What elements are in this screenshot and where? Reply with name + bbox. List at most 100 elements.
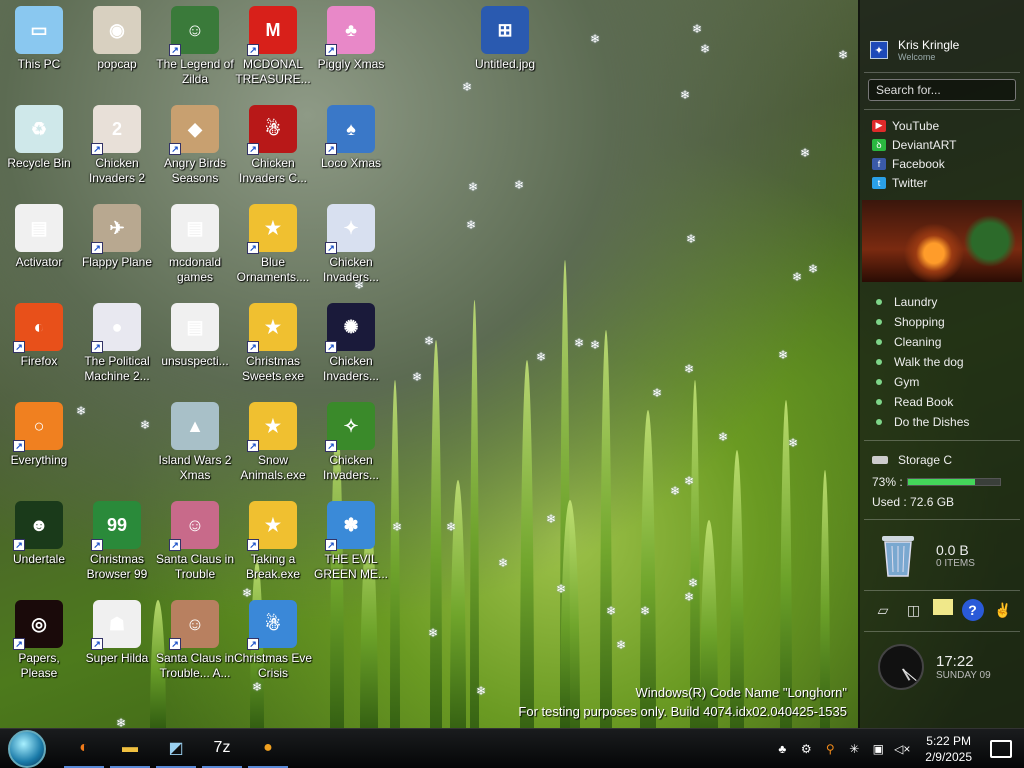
app-icon: ▤ bbox=[171, 204, 219, 252]
desktop-icon[interactable]: ◎ ↗ Papers, Please bbox=[0, 600, 78, 696]
desktop-icon-label: Flappy Plane bbox=[81, 255, 153, 269]
desktop-icon[interactable]: ♻ Recycle Bin bbox=[0, 105, 78, 201]
todo-item[interactable]: Do the Dishes bbox=[876, 412, 1024, 432]
app-icon: ♻ bbox=[15, 105, 63, 153]
desktop-icon[interactable]: ☃ ↗ Christmas Eve Crisis bbox=[234, 600, 312, 696]
desktop-icon[interactable]: ♣ ↗ Piggly Xmas bbox=[312, 6, 390, 102]
file-explorer-icon[interactable]: ▬ bbox=[110, 730, 150, 768]
sticky-note-icon[interactable] bbox=[933, 599, 953, 615]
desktop-icon[interactable]: 99 ↗ Christmas Browser 99 bbox=[78, 501, 156, 597]
desktop-icon[interactable]: ✽ ↗ THE EVIL GREEN ME... bbox=[312, 501, 390, 597]
bullet-icon bbox=[876, 319, 882, 325]
desktop-icon[interactable]: ◉ popcap bbox=[78, 6, 156, 102]
desktop-icon[interactable]: ✈ ↗ Flappy Plane bbox=[78, 204, 156, 300]
search-tray-icon[interactable]: ⚲ bbox=[819, 738, 841, 760]
desktop-icon[interactable]: ● ↗ The Political Machine 2... bbox=[78, 303, 156, 399]
divider bbox=[864, 72, 1020, 73]
tray-date: 2/9/2025 bbox=[925, 749, 972, 764]
desktop-icon[interactable]: ☺ ↗ The Legend of Zilda bbox=[156, 6, 234, 102]
desktop-icon[interactable]: ▤ Activator bbox=[0, 204, 78, 300]
desktop-icon[interactable]: ☺ ↗ Santa Claus in Trouble... A... bbox=[156, 600, 234, 696]
shortcut-arrow-icon: ↗ bbox=[247, 44, 259, 56]
desktop-icon[interactable]: ▤ unsuspecti... bbox=[156, 303, 234, 399]
desktop-icon-label: Loco Xmas bbox=[320, 156, 382, 170]
todo-item[interactable]: Walk the dog bbox=[876, 352, 1024, 372]
app-icon: ⊞ bbox=[481, 6, 529, 54]
link-facebook[interactable]: f Facebook bbox=[872, 154, 1012, 173]
desktop-icon[interactable]: ★ ↗ Snow Animals.exe bbox=[234, 402, 312, 498]
desktop-icon[interactable]: 2 ↗ Chicken Invaders 2 bbox=[78, 105, 156, 201]
start-orb-icon[interactable] bbox=[8, 729, 46, 768]
link-youtube[interactable]: ▶ YouTube bbox=[872, 116, 1012, 135]
tray-clock[interactable]: 5:22 PM 2/9/2025 bbox=[925, 733, 972, 765]
user-tile[interactable]: ✦ Kris Kringle Welcome bbox=[860, 0, 1024, 72]
recycle-bin-icon bbox=[878, 532, 918, 578]
link-deviantart[interactable]: ꝺ DeviantART bbox=[872, 135, 1012, 154]
storage-title: Storage C bbox=[898, 453, 953, 467]
desktop-icon[interactable]: ○ ↗ Everything bbox=[0, 402, 78, 498]
desktop-icon[interactable]: ✺ ↗ Chicken Invaders... bbox=[312, 303, 390, 399]
desktop-icon[interactable]: ☃ ↗ Chicken Invaders C... bbox=[234, 105, 312, 201]
scanner-icon[interactable]: ▱ bbox=[872, 599, 894, 621]
shortcut-arrow-icon: ↗ bbox=[13, 539, 25, 551]
desktop-icon[interactable]: ◆ ↗ Angry Birds Seasons bbox=[156, 105, 234, 201]
desktop-icon[interactable]: ★ ↗ Christmas Sweets.exe bbox=[234, 303, 312, 399]
desktop-icon[interactable]: ★ ↗ Taking a Break.exe bbox=[234, 501, 312, 597]
desktop-icon[interactable]: M ↗ MCDONAL TREASURE... bbox=[234, 6, 312, 102]
help-icon[interactable]: ? bbox=[961, 599, 984, 621]
snowflake-tray-icon[interactable]: ✳ bbox=[843, 738, 865, 760]
link-list: ▶ YouTube ꝺ DeviantART f Facebook t Twitter bbox=[860, 110, 1024, 198]
desktop-icon[interactable]: ▤ mcdonald games bbox=[156, 204, 234, 300]
firefox-icon[interactable]: ◐ bbox=[64, 730, 104, 768]
notifications-icon[interactable] bbox=[990, 739, 1012, 758]
bullet-icon bbox=[876, 419, 882, 425]
desktop-icon[interactable]: ☻ ↗ Undertale bbox=[0, 501, 78, 597]
desktop-icon[interactable]: ✧ ↗ Chicken Invaders... bbox=[312, 402, 390, 498]
recycle-gadget[interactable]: 0.0 B 0 ITEMS bbox=[860, 520, 1024, 590]
todo-label: Read Book bbox=[894, 395, 954, 409]
desktop-icon[interactable]: ☗ ↗ Super Hilda bbox=[78, 600, 156, 696]
7zip-icon[interactable]: 7z bbox=[202, 730, 242, 768]
todo-item[interactable]: Read Book bbox=[876, 392, 1024, 412]
users-tray-icon[interactable]: ♣ bbox=[771, 738, 793, 760]
link-twitter[interactable]: t Twitter bbox=[872, 173, 1012, 192]
build-watermark: Windows(R) Code Name "Longhorn" For test… bbox=[518, 683, 847, 721]
link-label: DeviantART bbox=[892, 137, 957, 152]
todo-item[interactable]: Laundry bbox=[876, 292, 1024, 312]
todo-item[interactable]: Gym bbox=[876, 372, 1024, 392]
gear-tray-icon[interactable]: ⚙ bbox=[795, 738, 817, 760]
app-icon: 2 ↗ bbox=[91, 105, 141, 155]
analog-clock-icon bbox=[878, 644, 924, 690]
desktop-icon[interactable]: ▭ This PC bbox=[0, 6, 78, 102]
volume-muted-icon[interactable]: ◁× bbox=[891, 738, 913, 760]
desktop-icon-label: THE EVIL GREEN ME... bbox=[313, 552, 388, 581]
sidebar-search-input[interactable]: Search for... bbox=[868, 79, 1016, 101]
recycle-count: 0 ITEMS bbox=[936, 557, 975, 569]
link-label: Twitter bbox=[892, 175, 928, 190]
shortcut-arrow-icon: ↗ bbox=[247, 143, 259, 155]
desktop-icon-label: Chicken Invaders... bbox=[322, 453, 380, 482]
peace-hand-icon[interactable]: ✌ bbox=[992, 599, 1014, 621]
laptop-icon[interactable]: ◫ bbox=[903, 599, 925, 621]
droplet-icon[interactable]: ● bbox=[248, 730, 288, 768]
desktop-icon[interactable]: ⊞ Untitled.jpg bbox=[466, 6, 544, 102]
app-icon: ▤ bbox=[171, 303, 219, 351]
deviantart-icon: ꝺ bbox=[872, 138, 886, 151]
bullet-icon bbox=[876, 379, 882, 385]
desktop-icon-label: The Legend of Zilda bbox=[156, 57, 234, 86]
desktop-icon-label: Blue Ornaments.... bbox=[236, 255, 310, 284]
todo-item[interactable]: Cleaning bbox=[876, 332, 1024, 352]
desktop-icon[interactable]: ☺ ↗ Santa Claus in Trouble bbox=[156, 501, 234, 597]
todo-item[interactable]: Shopping bbox=[876, 312, 1024, 332]
desktop-icon-label: Everything bbox=[10, 453, 68, 467]
app-cube-icon[interactable]: ◩ bbox=[156, 730, 196, 768]
desktop-icon-label: Santa Claus in Trouble bbox=[155, 552, 235, 581]
desktop-icon[interactable]: ▲ Island Wars 2 Xmas bbox=[156, 402, 234, 498]
app-icon: ▤ bbox=[15, 204, 63, 252]
desktop-icon[interactable]: ★ ↗ Blue Ornaments.... bbox=[234, 204, 312, 300]
network-tray-icon[interactable]: ▣ bbox=[867, 738, 889, 760]
desktop-icon[interactable]: ♠ ↗ Loco Xmas bbox=[312, 105, 390, 201]
desktop-icon-label: Chicken Invaders... bbox=[322, 255, 380, 284]
desktop-icon[interactable]: ◐ ↗ Firefox bbox=[0, 303, 78, 399]
desktop-icon[interactable]: ✦ ↗ Chicken Invaders... bbox=[312, 204, 390, 300]
